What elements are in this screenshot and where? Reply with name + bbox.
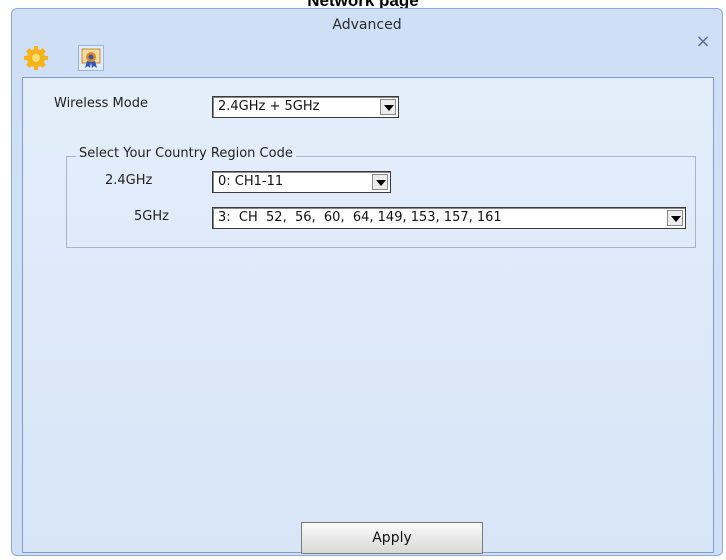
chevron-down-icon[interactable] — [667, 210, 683, 226]
wireless-mode-value: 2.4GHz + 5GHz — [218, 99, 320, 114]
region-24ghz-value: 0: CH1-11 — [218, 174, 284, 189]
wireless-mode-select[interactable]: 2.4GHz + 5GHz — [212, 96, 399, 118]
region-5ghz-select[interactable]: 3: CH 52, 56, 60, 64, 149, 153, 157, 161 — [212, 207, 686, 229]
chevron-down-icon[interactable] — [372, 174, 388, 190]
band-5ghz-label: 5GHz — [134, 209, 169, 224]
close-button[interactable]: × — [694, 33, 712, 51]
wireless-mode-label: Wireless Mode — [54, 96, 148, 111]
chevron-down-icon[interactable] — [380, 99, 396, 115]
advanced-settings-panel: Wireless Mode 2.4GHz + 5GHz Select Your … — [22, 77, 714, 554]
region-5ghz-value: 3: CH 52, 56, 60, 64, 149, 153, 157, 161 — [218, 210, 502, 225]
region-code-group — [66, 156, 696, 248]
band-24ghz-label: 2.4GHz — [105, 173, 153, 188]
window-title: Advanced — [332, 17, 402, 33]
certificate-icon[interactable] — [78, 45, 104, 71]
region-code-legend: Select Your Country Region Code — [76, 146, 296, 161]
advanced-dialog: Advanced × Wireless Mode 2.4GHz + 5GHz S… — [11, 8, 723, 556]
apply-button[interactable]: Apply — [301, 522, 483, 554]
region-24ghz-select[interactable]: 0: CH1-11 — [212, 171, 391, 193]
gear-icon[interactable] — [23, 45, 49, 71]
